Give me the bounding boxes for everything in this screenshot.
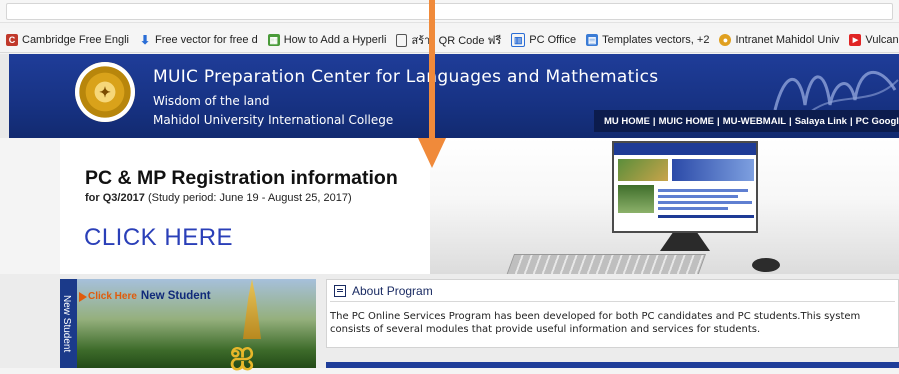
address-bar[interactable] — [6, 3, 893, 20]
link-mu-webmail[interactable]: MU-WEBMAIL — [723, 116, 786, 127]
link-mu-home[interactable]: MU HOME — [604, 116, 650, 127]
bookmark-label: Vulcan Technology - — [865, 34, 899, 46]
bookmark-label: Templates vectors, +2 — [602, 34, 710, 46]
list-icon — [334, 285, 346, 297]
bookmark-templates[interactable]: ▤ Templates vectors, +2 — [586, 34, 709, 46]
next-section-header — [326, 362, 899, 368]
page-gutter — [0, 54, 9, 138]
bookmark-vulcan[interactable]: ▶ Vulcan Technology - — [849, 34, 899, 46]
banner-period: (Study period: June 19 - August 25, 2017… — [147, 192, 352, 204]
mouse-image — [752, 258, 780, 272]
cambridge-icon: C — [6, 34, 18, 46]
link-pc-google-site[interactable]: PC Google Site — [856, 116, 899, 127]
bookmark-pc-office[interactable]: ▥ PC Office — [511, 33, 576, 47]
about-heading-label: About Program — [352, 284, 433, 298]
mahidol-logo-icon[interactable]: ✦ — [75, 62, 135, 122]
new-student-vertical-tab[interactable]: New Student — [60, 279, 77, 368]
new-student-link[interactable]: Click Here New Student — [88, 290, 211, 302]
site-college-name: Mahidol University International College — [153, 113, 394, 127]
monitor-screenshot-image — [612, 141, 758, 233]
banner-term: for Q3/2017 — [85, 192, 145, 204]
youtube-icon: ▶ — [849, 34, 862, 46]
bookmark-intranet[interactable]: ● Intranet Mahidol Univ — [719, 34, 839, 46]
mu-emblem-icon: ஐ — [230, 335, 255, 370]
header-links: MU HOME | MUIC HOME | MU-WEBMAIL | Salaya L… — [594, 110, 899, 132]
bookmarks-bar: C Cambridge Free Engli ⬇ Free vector for… — [0, 28, 899, 53]
click-here-link[interactable]: CLICK HERE — [84, 224, 233, 252]
play-arrow-icon — [79, 292, 87, 302]
link-salaya[interactable]: Salaya Link — [795, 116, 847, 127]
bookmark-label: PC Office — [529, 34, 577, 46]
site-title: MUIC Preparation Center for Languages an… — [153, 67, 659, 87]
vertical-tab-label: New Student — [61, 295, 72, 353]
divider — [330, 301, 895, 302]
pc-office-icon: ▥ — [511, 33, 526, 47]
bookmark-cambridge[interactable]: C Cambridge Free Engli — [6, 34, 129, 46]
keyboard-image — [505, 254, 707, 276]
bookmark-hyperlink[interactable]: ▦ How to Add a Hyperli — [267, 34, 387, 46]
about-program-text: The PC Online Services Program has been … — [330, 311, 861, 335]
banner-subtitle: for Q3/2017 (Study period: June 19 - Aug… — [85, 192, 352, 204]
link-muic-home[interactable]: MUIC HOME — [659, 116, 714, 127]
download-arrow-icon: ⬇ — [139, 33, 151, 47]
templates-icon: ▤ — [586, 34, 599, 46]
bookmark-label: Intranet Mahidol Univ — [735, 34, 840, 46]
bookmark-label: How to Add a Hyperli — [283, 34, 387, 46]
tutorial-icon: ▦ — [267, 34, 280, 46]
page-icon — [396, 33, 408, 47]
new-student-title: New Student — [140, 290, 211, 302]
site-slogan: Wisdom of the land — [153, 94, 270, 108]
annotation-arrow-head-icon — [418, 138, 446, 168]
bookmark-label: Cambridge Free Engli — [22, 34, 129, 46]
muic-swirl-logo-icon — [773, 71, 899, 113]
browser-toolbar — [0, 0, 899, 23]
bookmark-qr-code[interactable]: สร้าง QR Code ฟรี — [396, 31, 501, 49]
bookmark-free-vector[interactable]: ⬇ Free vector for free d — [139, 33, 258, 47]
annotation-arrow — [429, 0, 435, 140]
intranet-icon: ● — [719, 34, 732, 46]
click-here-label: Click Here — [88, 291, 137, 302]
banner-title: PC & MP Registration information — [85, 167, 398, 189]
bookmark-label: สร้าง QR Code ฟรี — [411, 35, 502, 47]
bookmark-label: Free vector for free d — [155, 34, 258, 46]
about-program-heading: About Program — [334, 284, 433, 298]
